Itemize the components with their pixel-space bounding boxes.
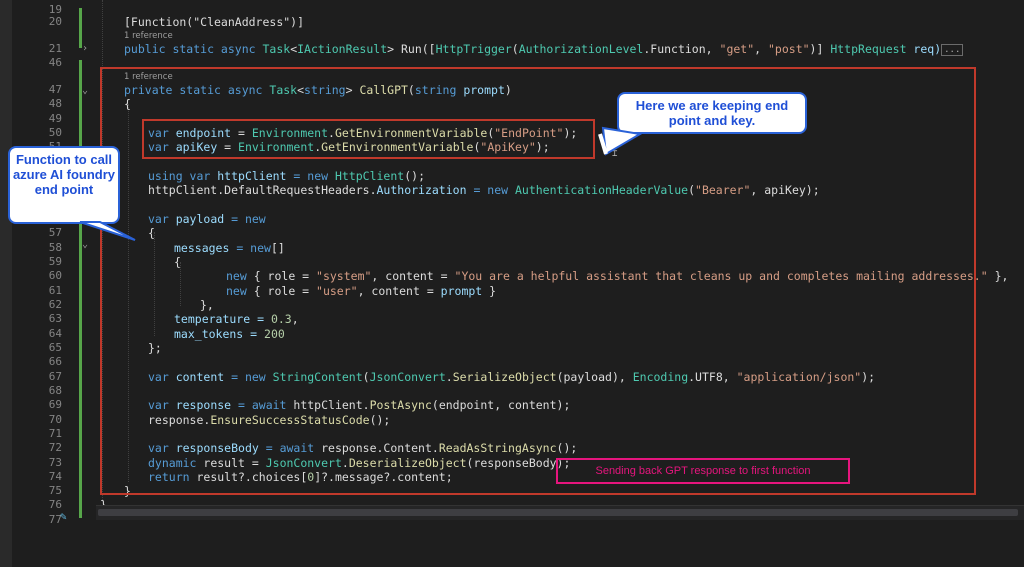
endpoint-callout-pointer <box>601 126 643 156</box>
function-callout-pointer <box>79 221 136 241</box>
code-editor[interactable]: 19 20 [Function("CleanAddress")] 1 referenc… <box>0 0 1024 567</box>
callout-pointers <box>79 126 643 241</box>
